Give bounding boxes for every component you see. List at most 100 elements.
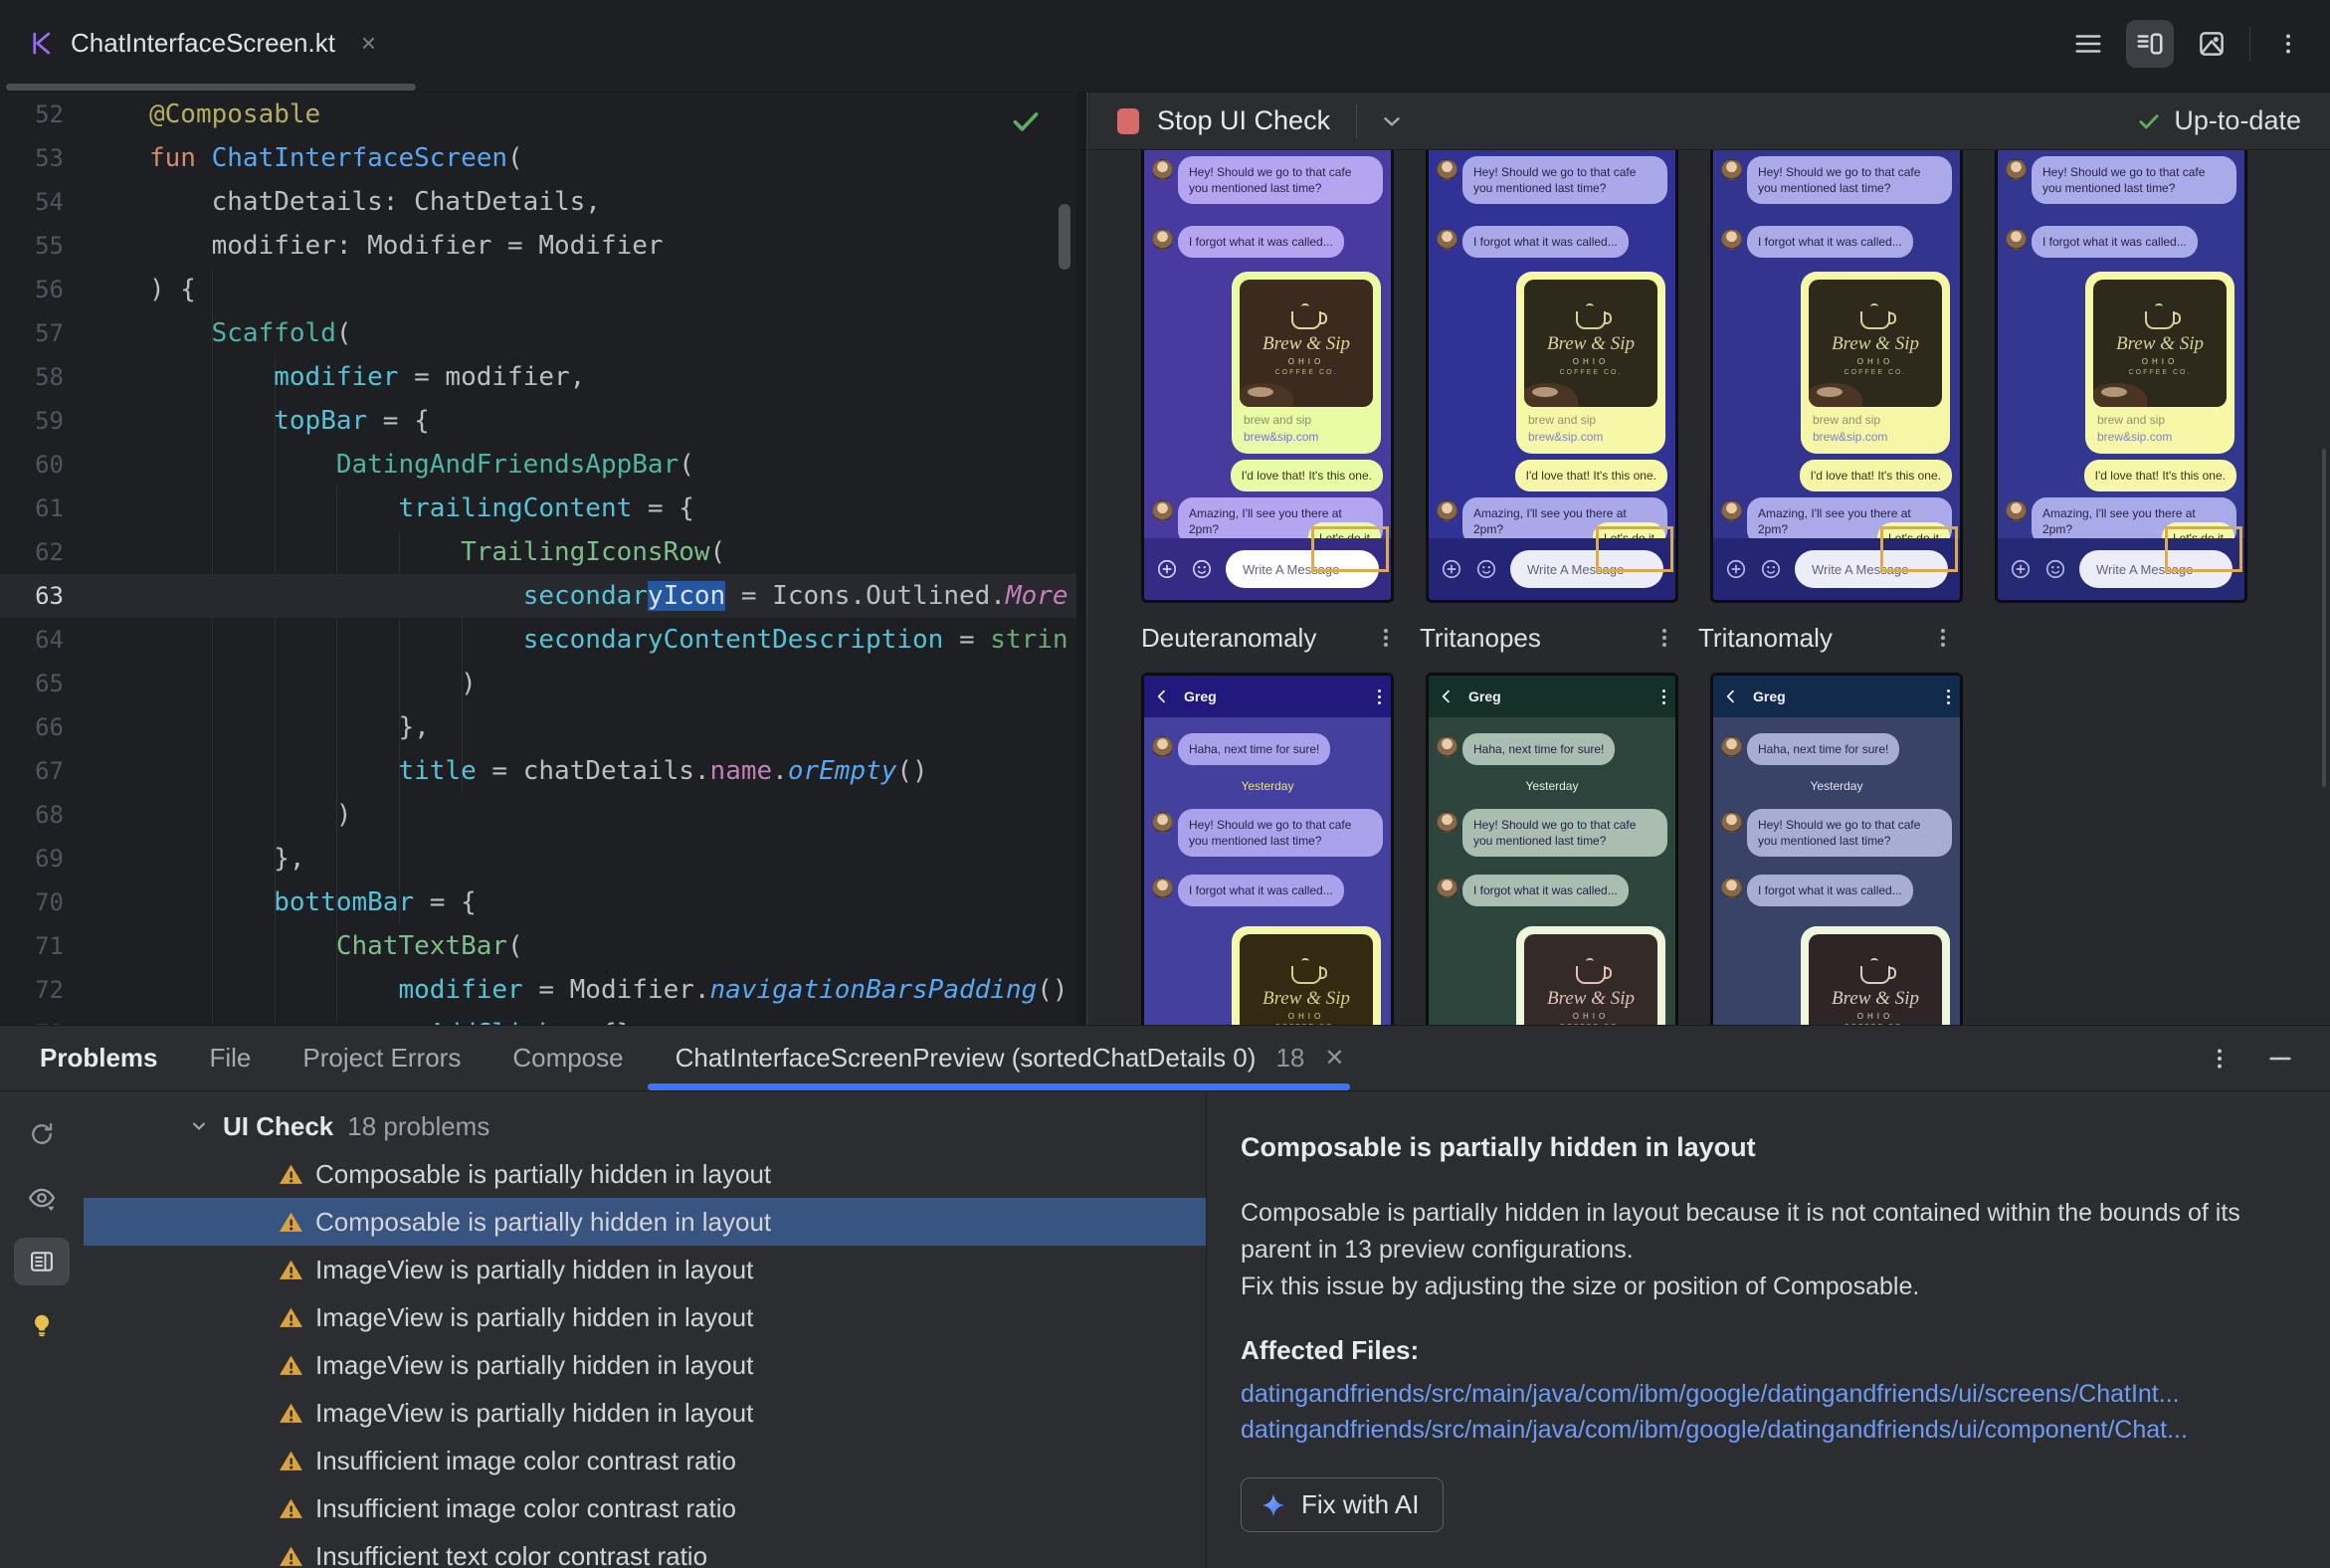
code-line[interactable]: 54 chatDetails: ChatDetails, (0, 180, 1076, 224)
tab-chatinterfacescreen[interactable]: ChatInterfaceScreen.kt × (0, 0, 404, 86)
tab-close-icon[interactable]: × (361, 28, 376, 59)
emoji-icon[interactable] (1475, 558, 1497, 580)
code-line[interactable]: 53 fun ChatInterfaceScreen( (0, 136, 1076, 180)
code-line[interactable]: 58 modifier = modifier, (0, 355, 1076, 399)
problem-item[interactable]: Insufficient image color contrast ratio (84, 1484, 1206, 1532)
code-line[interactable]: 65 ) (0, 662, 1076, 705)
problem-item[interactable]: Insufficient image color contrast ratio (84, 1437, 1206, 1484)
chat-bubble: I forgot what it was called... (1462, 226, 1629, 258)
tab-uicheck-preview[interactable]: ChatInterfaceScreenPreview (sortedChatDe… (647, 1026, 1351, 1090)
code-line[interactable]: 68 ) (0, 793, 1076, 837)
split-view-button[interactable] (2126, 20, 2174, 68)
code-line[interactable]: 52 @Composable (0, 93, 1076, 136)
code-line[interactable]: 73 onAddClick = {} (0, 1012, 1076, 1025)
emoji-icon[interactable] (1760, 558, 1782, 580)
preview-toolbar: Stop UI Check Up-to-date (1087, 93, 2330, 150)
add-icon[interactable] (1156, 558, 1178, 580)
inspection-ok-icon[interactable] (1009, 104, 1043, 138)
problem-item[interactable]: ImageView is partially hidden in layout (84, 1389, 1206, 1437)
tool-window-title[interactable]: Problems (40, 1043, 158, 1074)
chat-menu-icon[interactable] (1947, 688, 1950, 704)
problem-group-uicheck[interactable]: UI Check 18 problems (84, 1102, 1206, 1150)
preview-labels-row: Deuteranomaly Tritanopes Tritanomaly (1141, 603, 2247, 673)
details-view-toggle[interactable] (14, 1238, 70, 1285)
preview-phone-sim[interactable]: Hey! Should we go to that cafe you menti… (1710, 150, 1963, 603)
chevron-down-icon[interactable] (1379, 108, 1405, 134)
problem-item-selected[interactable]: Composable is partially hidden in layout (84, 1198, 1206, 1246)
preview-phone-sim[interactable]: Hey! Should we go to that cafe you menti… (1426, 150, 1678, 603)
preview-canvas[interactable]: Hey! Should we go to that cafe you menti… (1087, 150, 2330, 1025)
code-line[interactable]: 57 Scaffold( (0, 311, 1076, 355)
problem-item[interactable]: Insufficient text color contrast ratio (84, 1532, 1206, 1568)
preview-phone-tritanomaly[interactable]: Greg Haha, next time for sure! Yesterday… (1710, 673, 1963, 1025)
code-line[interactable]: 64 secondaryContentDescription = strin (0, 618, 1076, 662)
coffee-cup-icon (1576, 957, 1612, 984)
preview-menu-icon[interactable] (1662, 629, 1666, 647)
ui-check-highlight (1596, 526, 1673, 572)
tab-compose[interactable]: Compose (512, 1043, 623, 1074)
preview-phone-original[interactable]: Hey! Should we go to that cafe you menti… (1141, 150, 1394, 603)
avatar (1721, 736, 1742, 757)
editor-tab-bar: ChatInterfaceScreen.kt × (0, 0, 2330, 93)
add-icon[interactable] (1725, 558, 1747, 580)
emoji-icon[interactable] (2044, 558, 2066, 580)
code-line[interactable]: 62 TrailingIconsRow( (0, 530, 1076, 574)
code-line[interactable]: 60 DatingAndFriendsAppBar( (0, 443, 1076, 487)
tab-project-errors[interactable]: Project Errors (302, 1043, 461, 1074)
refresh-icon[interactable] (14, 1110, 70, 1158)
quickfix-bulb-icon[interactable] (14, 1301, 70, 1349)
code-line[interactable]: 59 topBar = { (0, 399, 1076, 443)
problem-item[interactable]: ImageView is partially hidden in layout (84, 1246, 1206, 1293)
avatar (1437, 229, 1457, 250)
code-line[interactable]: 71 ChatTextBar( (0, 924, 1076, 968)
code-line[interactable]: 55 modifier: Modifier = Modifier (0, 224, 1076, 268)
code-line[interactable]: 63 secondaryIcon = Icons.Outlined.More (0, 574, 1076, 618)
code-editor[interactable]: 52 @Composable 53 fun ChatInterfaceScreen(5… (0, 93, 1076, 1025)
add-icon[interactable] (2010, 558, 2032, 580)
preview-phone-deuteranomaly[interactable]: Greg Haha, next time for sure! Yesterday… (1141, 673, 1394, 1025)
minimize-icon[interactable] (2266, 1045, 2294, 1073)
problem-item[interactable]: ImageView is partially hidden in layout (84, 1293, 1206, 1341)
stop-ui-check-button[interactable]: Stop UI Check (1117, 105, 1330, 136)
back-icon[interactable] (1439, 688, 1455, 704)
back-icon[interactable] (1154, 688, 1170, 704)
tab-scrollbar[interactable] (6, 84, 416, 91)
add-icon[interactable] (1441, 558, 1462, 580)
code-line[interactable]: 67 title = chatDetails.name.orEmpty() (0, 749, 1076, 793)
android-studio-window: ChatInterfaceScreen.kt × 52 @Composable … (0, 0, 2330, 1568)
fix-with-ai-button[interactable]: Fix with AI (1241, 1477, 1445, 1532)
panel-options-icon[interactable] (2207, 1046, 2233, 1072)
line-number: 67 (35, 757, 64, 785)
link-card: Brew & Sip OHIO COFFEE CO. brew and sip … (1232, 272, 1381, 454)
problem-item[interactable]: ImageView is partially hidden in layout (84, 1341, 1206, 1389)
code-line[interactable]: 56) { (0, 268, 1076, 311)
back-icon[interactable] (1723, 688, 1739, 704)
problem-item[interactable]: Composable is partially hidden in layout (84, 1150, 1206, 1198)
problem-description: Composable is partially hidden in layout… (1241, 1199, 2240, 1264)
code-view-button[interactable] (2064, 20, 2112, 68)
line-number: 52 (35, 100, 64, 128)
canvas-scrollbar[interactable] (2322, 449, 2326, 787)
code-line[interactable]: 70 bottomBar = { (0, 881, 1076, 924)
preview-menu-icon[interactable] (1384, 629, 1388, 647)
preview-phone-sim[interactable]: Hey! Should we go to that cafe you menti… (1995, 150, 2247, 603)
editor-scrollbar[interactable] (1059, 204, 1070, 270)
tab-file[interactable]: File (210, 1043, 252, 1074)
editor-preview-splitter[interactable] (1076, 93, 1086, 1025)
emoji-icon[interactable] (1191, 558, 1213, 580)
more-options-icon[interactable] (2264, 20, 2312, 68)
affected-file-link[interactable]: datingandfriends/src/main/java/com/ibm/g… (1241, 1376, 2330, 1412)
chat-bubble: Hey! Should we go to that cafe you menti… (1462, 809, 1667, 857)
tab-close-icon[interactable]: ✕ (1324, 1044, 1344, 1073)
design-view-button[interactable] (2188, 20, 2235, 68)
affected-file-link[interactable]: datingandfriends/src/main/java/com/ibm/g… (1241, 1412, 2330, 1448)
code-line[interactable]: 61 trailingContent = { (0, 487, 1076, 530)
chat-menu-icon[interactable] (1662, 688, 1665, 704)
code-line[interactable]: 69 }, (0, 837, 1076, 881)
preview-phone-tritanopes[interactable]: Greg Haha, next time for sure! Yesterday… (1426, 673, 1678, 1025)
code-line[interactable]: 66 }, (0, 705, 1076, 749)
preview-menu-icon[interactable] (1941, 629, 1945, 647)
code-line[interactable]: 72 modifier = Modifier.navigationBarsPad… (0, 968, 1076, 1012)
preview-eye-icon[interactable] (14, 1174, 70, 1222)
chat-menu-icon[interactable] (1378, 688, 1381, 704)
